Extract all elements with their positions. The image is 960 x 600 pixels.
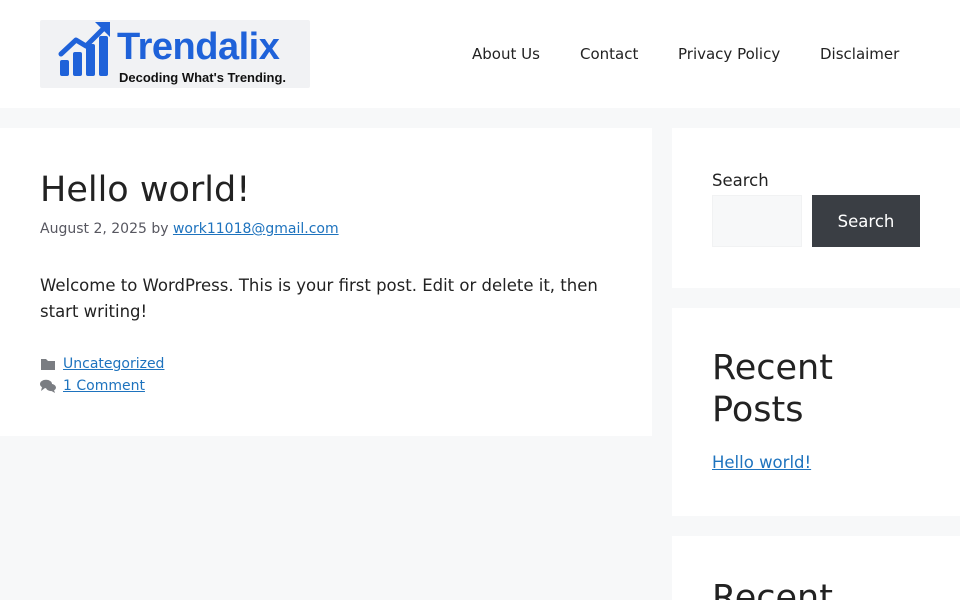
next-widget: Recent xyxy=(672,536,960,600)
search-input[interactable] xyxy=(712,195,802,247)
post-comments: 1 Comment xyxy=(40,377,240,395)
trend-chart-icon xyxy=(58,22,110,76)
post-category: Uncategorized xyxy=(40,355,240,373)
post-date: August 2, 2025 xyxy=(40,221,147,237)
recent-post-link[interactable]: Hello world! xyxy=(712,453,811,473)
logo-text: Trendalix xyxy=(117,26,280,68)
comments-icon xyxy=(40,379,56,393)
nav-item-privacy-policy[interactable]: Privacy Policy xyxy=(678,44,780,64)
next-widget-title: Recent xyxy=(712,578,833,600)
post-content: Welcome to WordPress. This is your first… xyxy=(40,276,598,321)
post-author-link[interactable]: work11018@gmail.com xyxy=(173,221,339,237)
nav-item-contact[interactable]: Contact xyxy=(580,44,638,64)
site-logo[interactable]: Trendalix Decoding What's Trending. xyxy=(40,20,310,88)
nav-item-about-us[interactable]: About Us xyxy=(472,44,540,64)
search-button[interactable]: Search xyxy=(812,195,920,247)
post-title[interactable]: Hello world! xyxy=(40,169,250,211)
folder-icon xyxy=(41,359,55,370)
site-header: Trendalix Decoding What's Trending. Abou… xyxy=(0,0,960,108)
recent-posts-title: Recent Posts xyxy=(712,348,833,430)
search-label: Search xyxy=(712,171,769,190)
comments-link[interactable]: 1 Comment xyxy=(63,377,145,395)
post-by: by xyxy=(151,221,169,237)
post-meta: August 2, 2025 by work11018@gmail.com xyxy=(40,220,339,238)
category-link[interactable]: Uncategorized xyxy=(63,355,164,373)
logo-tagline: Decoding What's Trending. xyxy=(119,70,287,85)
nav-item-disclaimer[interactable]: Disclaimer xyxy=(820,44,899,64)
